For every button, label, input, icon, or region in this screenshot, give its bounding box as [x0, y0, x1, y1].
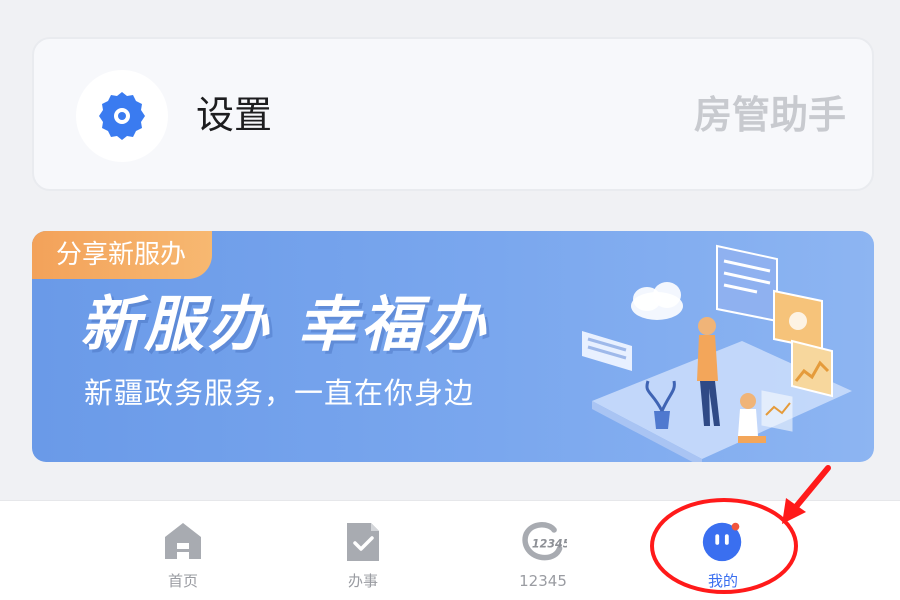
- banner-title: 新服办 幸福办: [80, 290, 489, 360]
- nav-item-profile[interactable]: 我的: [653, 501, 793, 600]
- nav-item-hotline[interactable]: 12345 12345: [473, 501, 613, 600]
- cloud-icon: [631, 282, 683, 320]
- bottom-nav: 首页 办事 12345 12345 我的: [0, 500, 900, 600]
- nav-label-services: 办事: [347, 572, 378, 590]
- nav-label-profile: 我的: [707, 572, 738, 590]
- page: 设置 房管助手 分享新服办 新服办 幸福办 新疆政务服务，一直在你身边 首页 办…: [0, 0, 900, 600]
- settings-icon-container: [76, 70, 168, 162]
- settings-card[interactable]: 设置 房管助手: [32, 37, 874, 191]
- hotline-badge-text: 12345: [532, 537, 567, 550]
- housing-assistant-watermark: 房管助手: [693, 93, 846, 137]
- hotline-12345-icon: 12345: [519, 517, 567, 565]
- promo-banner[interactable]: 分享新服办 新服办 幸福办 新疆政务服务，一直在你身边: [32, 231, 874, 462]
- person-sitting-figure: [738, 390, 793, 443]
- banner-illustration: [582, 244, 852, 462]
- document-check-icon: [339, 517, 387, 565]
- banner-subtitle: 新疆政务服务，一直在你身边: [84, 376, 475, 410]
- server-box-icon: [582, 331, 632, 371]
- gear-icon: [99, 92, 145, 140]
- home-icon: [159, 517, 207, 565]
- settings-label: 设置: [196, 93, 273, 137]
- profile-face-icon: [699, 517, 747, 565]
- nav-label-home: 首页: [167, 572, 198, 590]
- nav-item-services[interactable]: 办事: [293, 501, 433, 600]
- nav-item-home[interactable]: 首页: [113, 501, 253, 600]
- banner-tag: 分享新服办: [32, 231, 213, 279]
- nav-label-hotline: 12345: [519, 572, 567, 590]
